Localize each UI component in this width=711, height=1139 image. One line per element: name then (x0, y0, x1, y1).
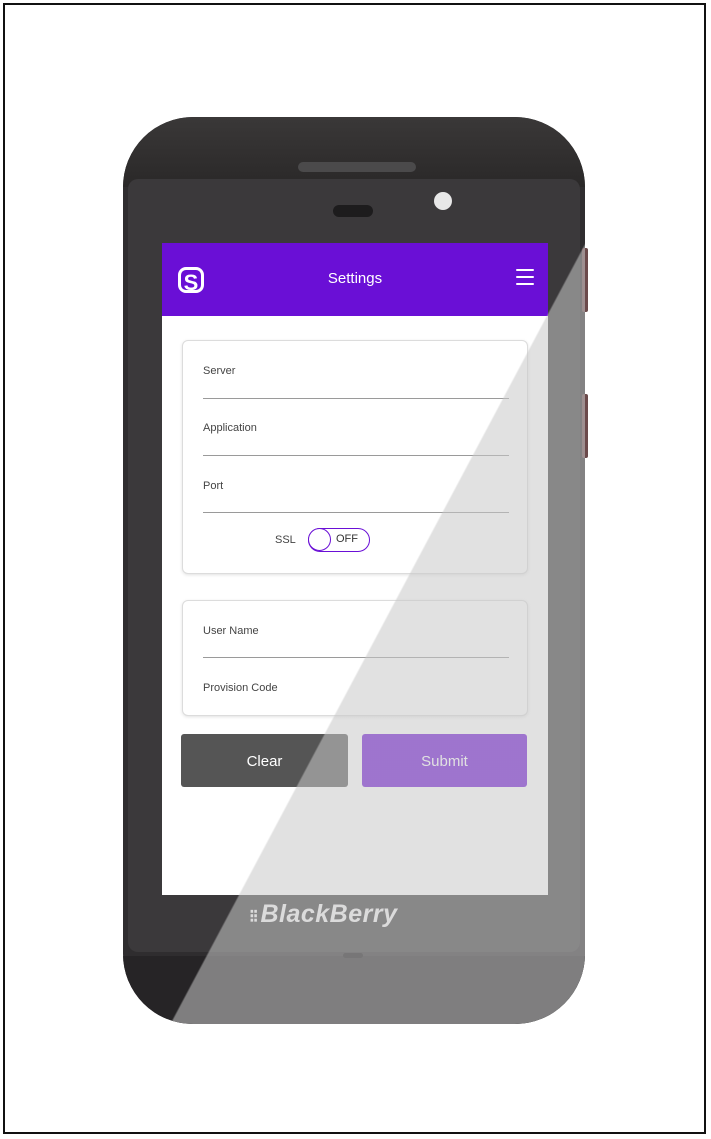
phone-top-bezel (123, 117, 585, 187)
brand-name: BlackBerry (260, 900, 398, 928)
ssl-toggle[interactable]: OFF (308, 528, 370, 552)
bottom-notch (343, 953, 363, 958)
ssl-toggle-state: OFF (336, 533, 358, 545)
front-camera (434, 192, 452, 210)
provision-code-field-label: Provision Code (203, 682, 278, 694)
side-button-upper (582, 248, 588, 312)
blackberry-icon: ⁝⁝ (249, 906, 259, 926)
credentials-card: User Name Provision Code (182, 600, 528, 716)
earpiece (333, 205, 373, 217)
clear-button[interactable]: Clear (181, 734, 348, 787)
submit-button[interactable]: Submit (362, 734, 527, 787)
phone-bottom-bezel (123, 956, 585, 1024)
ssl-toggle-knob (308, 528, 331, 551)
username-field-label: User Name (203, 625, 259, 637)
server-field-label: Server (203, 365, 236, 377)
brand-logo: ⁝⁝ BlackBerry (249, 900, 397, 929)
application-field[interactable] (203, 455, 509, 456)
app-screen: S Settings Server Application Port SSL O… (162, 243, 548, 895)
page-title: Settings (327, 270, 383, 287)
app-header: S Settings (162, 243, 548, 316)
port-field-label: Port (203, 480, 224, 492)
server-field[interactable] (203, 398, 509, 399)
application-field-label: Application (203, 422, 257, 434)
username-field[interactable] (203, 657, 509, 658)
side-button-lower (582, 394, 588, 458)
connection-card: Server Application Port SSL OFF (182, 340, 528, 574)
port-field[interactable] (203, 512, 509, 513)
speaker-grille (298, 162, 416, 172)
hamburger-menu-icon[interactable] (516, 269, 534, 285)
ssl-label: SSL (275, 534, 296, 546)
